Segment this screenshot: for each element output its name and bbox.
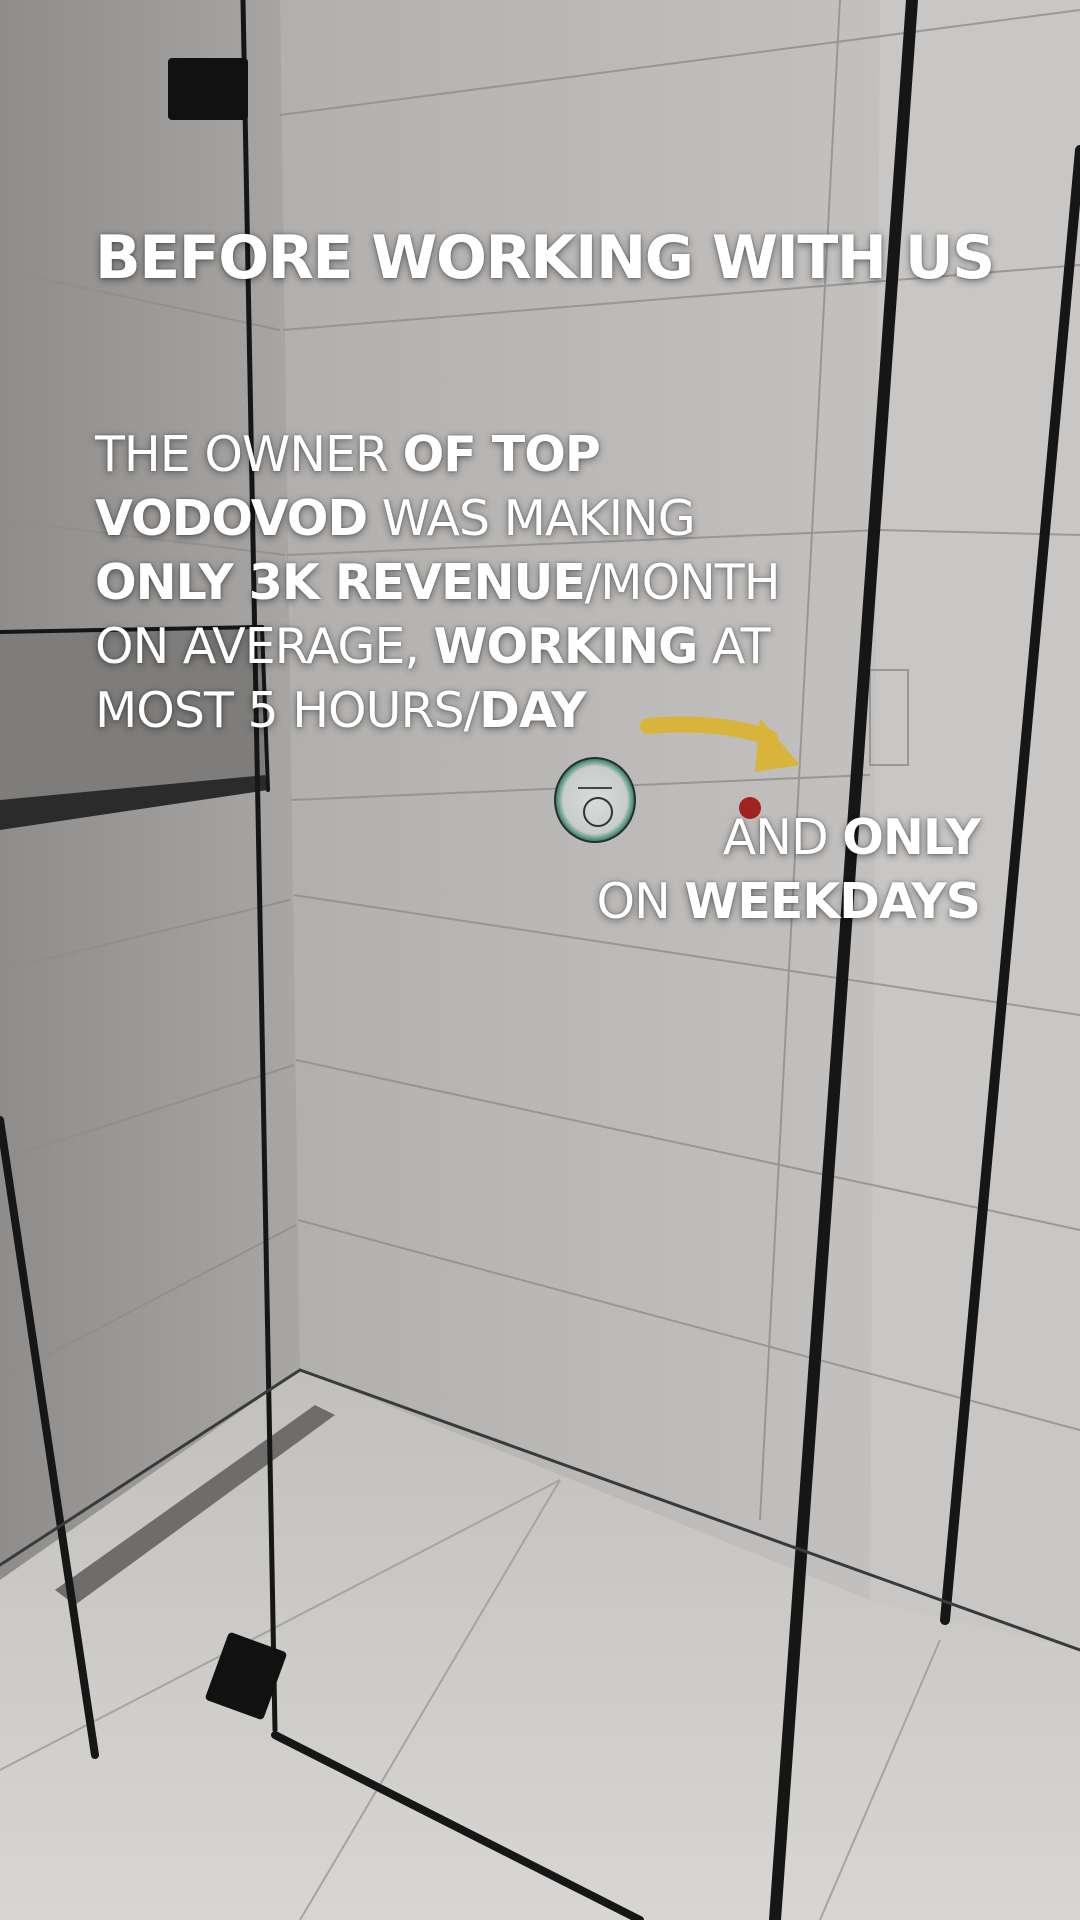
text-fragment: ON AVERAGE, [95,618,434,675]
text-fragment-bold: WEEKDAYS [684,873,981,930]
text-fragment: ON [596,873,685,930]
description-line-4: ON AVERAGE, WORKING AT [95,615,855,679]
headline: BEFORE WORKING WITH US [95,223,995,293]
description-line-3: ONLY 3K REVENUE/MONTH [95,551,855,615]
text-fragment: MOST 5 HOURS/ [95,682,480,739]
text-fragment-bold: WORKING [433,618,698,675]
text-fragment: AT [697,618,771,675]
text-fragment-bold: OF TOP [402,426,601,483]
text-fragment-bold: ONLY 3K REVENUE [95,554,586,611]
side-note: AND ONLY ON WEEKDAYS [560,806,981,934]
top-hinge [168,58,248,120]
description-line-1: THE OWNER OF TOP [95,423,855,487]
side-note-line-2: ON WEEKDAYS [560,870,981,934]
text-fragment-bold: ONLY [842,809,981,866]
text-fragment: AND [722,809,843,866]
text-fragment: THE OWNER [95,426,403,483]
text-fragment-bold: VODOVOD [95,490,368,547]
description-line-5: MOST 5 HOURS/DAY [95,679,855,743]
description-line-2: VODOVOD WAS MAKING [95,487,855,551]
description: THE OWNER OF TOP VODOVOD WAS MAKING ONLY… [95,423,855,743]
text-fragment: WAS MAKING [367,490,696,547]
text-fragment-bold: DAY [479,682,586,739]
side-note-line-1: AND ONLY [560,806,981,870]
text-fragment: /MONTH [584,554,781,611]
